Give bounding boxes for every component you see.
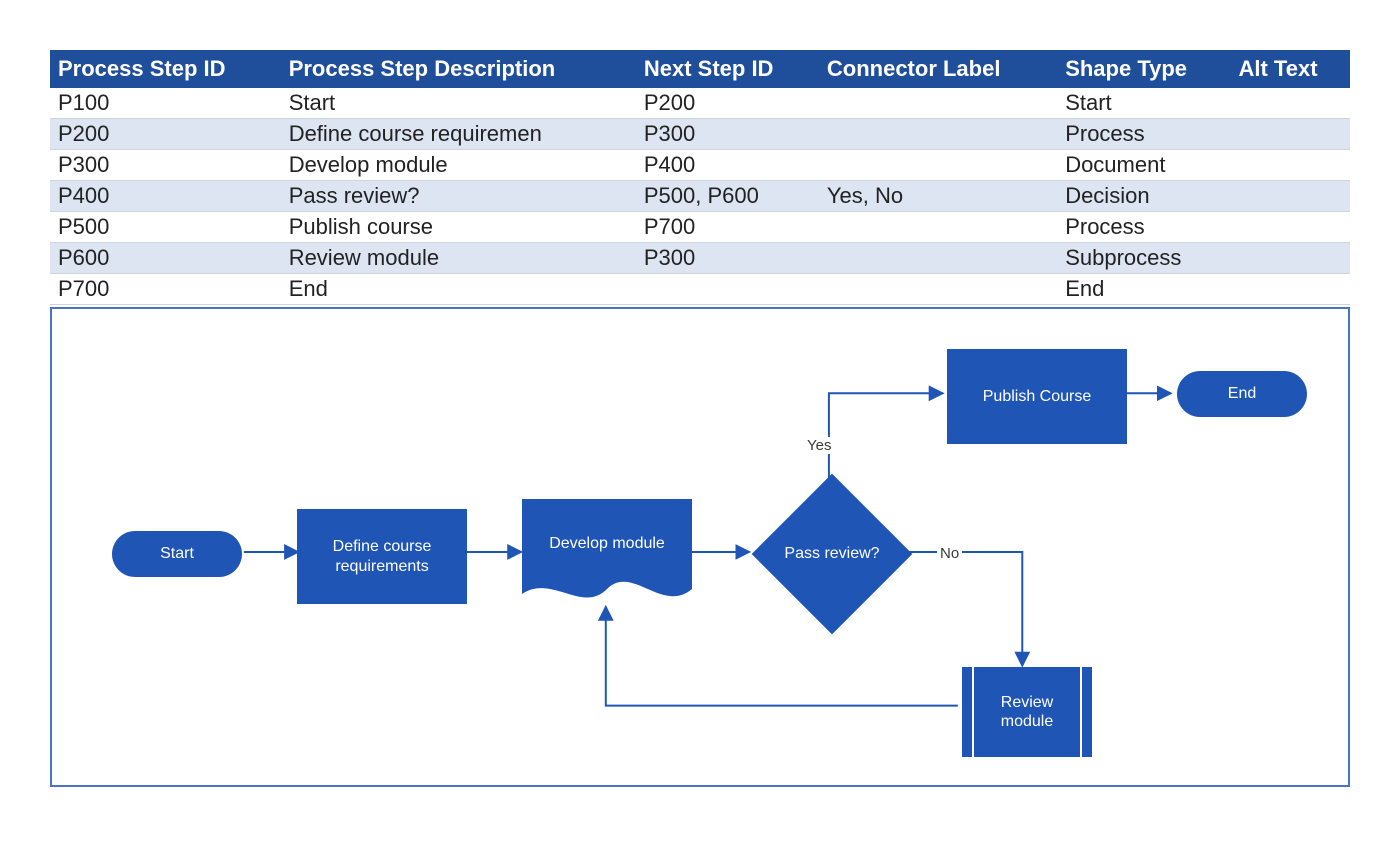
end-shape: End [1177,371,1307,417]
process-table: Process Step ID Process Step Description… [50,50,1350,305]
review-label: Review module [962,693,1092,731]
col-connector: Connector Label [819,51,1057,87]
col-step-desc: Process Step Description [281,51,636,87]
table-row: P700 End End [50,274,1350,305]
process-table-body: P100 Start P200 Start P200 Define course… [50,87,1350,305]
decision-label: Pass review? [784,544,879,563]
start-shape: Start [112,531,242,577]
edge-label-no: No [937,545,962,562]
table-row: P100 Start P200 Start [50,87,1350,119]
table-row: P500 Publish course P700 Process [50,212,1350,243]
table-row: P300 Develop module P400 Document [50,150,1350,181]
pass-review-decision: Pass review? [752,474,912,634]
connectors-svg [52,309,1348,785]
table-row: P400 Pass review? P500, P600 Yes, No Dec… [50,181,1350,212]
develop-module-shape: Develop module [522,499,692,609]
table-row: P600 Review module P300 Subprocess [50,243,1350,274]
develop-label: Develop module [549,534,665,573]
define-label: Define course requirements [297,537,467,575]
define-requirements-shape: Define course requirements [297,509,467,604]
edge-label-yes: Yes [804,437,834,454]
col-alt-text: Alt Text [1230,51,1350,87]
start-label: Start [160,544,194,563]
publish-course-shape: Publish Course [947,349,1127,444]
col-shape-type: Shape Type [1057,51,1230,87]
publish-label: Publish Course [983,387,1092,406]
table-row: P200 Define course requiremen P300 Proce… [50,119,1350,150]
col-next-id: Next Step ID [636,51,819,87]
flowchart-canvas: Start Define course requirements Develop… [50,307,1350,787]
col-step-id: Process Step ID [50,51,281,87]
end-label: End [1228,384,1256,403]
review-module-shape: Review module [962,667,1092,757]
